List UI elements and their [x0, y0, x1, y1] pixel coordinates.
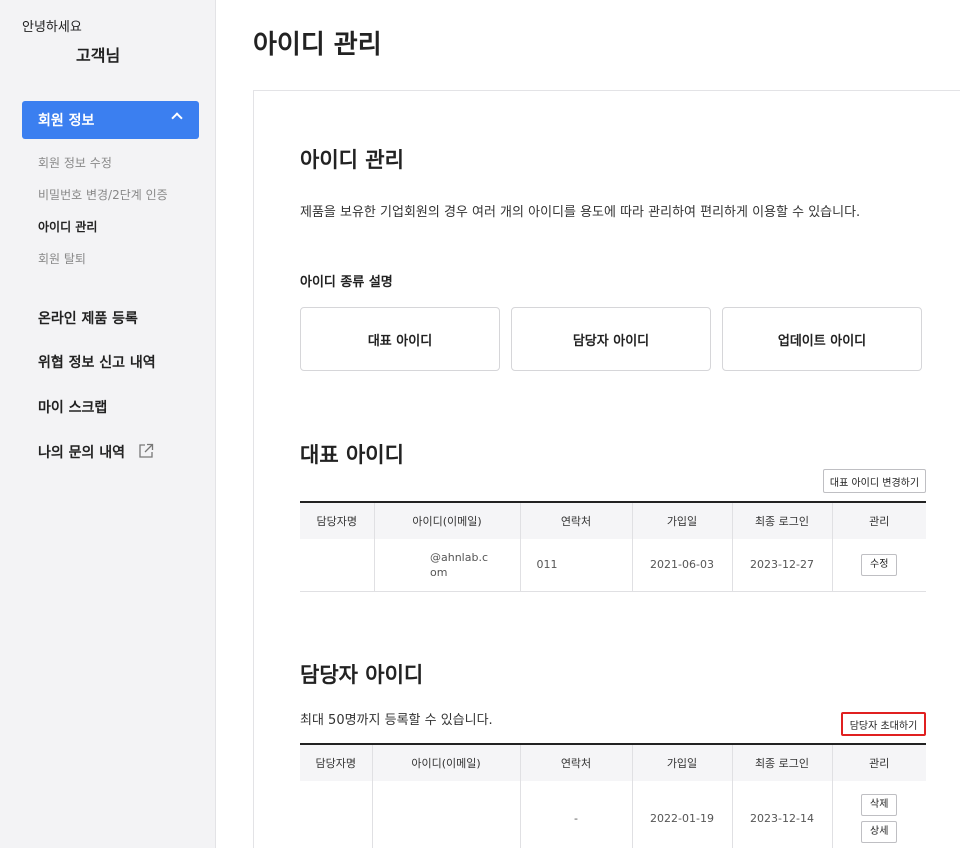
menu-my-inquiry[interactable]: 나의 문의 내역 [38, 442, 154, 462]
table-row: @ahnlab.com 011 2021-06-03 2023-12-27 수정 [300, 539, 926, 592]
cell-email-wrap: @ahnlab.com [374, 539, 521, 592]
user-name: 고객님 [76, 46, 121, 65]
id-type-card-manager[interactable]: 담당자 아이디 [511, 307, 711, 371]
submenu-withdraw[interactable]: 회원 탈퇴 [38, 250, 86, 267]
column-header: 담당자명 [300, 743, 373, 781]
column-header: 관리 [832, 501, 926, 539]
cell-name [300, 539, 375, 592]
greeting-text: 안녕하세요 [22, 20, 82, 35]
menu-member-info[interactable]: 회원 정보 [22, 101, 199, 139]
delete-button[interactable]: 삭제 [861, 794, 898, 817]
table-row: - 2022-01-19 2023-12-14 삭제 상세 [300, 781, 926, 848]
page-title: 아이디 관리 [253, 30, 382, 60]
sidebar: 안녕하세요 고객님 회원 정보 회원 정보 수정 비밀번호 변경/2단계 인증 … [0, 0, 216, 848]
invite-manager-button[interactable]: 담당자 초대하기 [841, 712, 926, 736]
menu-threat-report[interactable]: 위협 정보 신고 내역 [38, 352, 156, 372]
submenu-password[interactable]: 비밀번호 변경/2단계 인증 [38, 186, 168, 203]
cell-email [372, 781, 521, 848]
column-header: 최종 로그인 [732, 501, 833, 539]
cell-joined: 2022-01-19 [632, 781, 733, 848]
chevron-up-icon [171, 112, 183, 124]
column-header: 담당자명 [300, 501, 375, 539]
column-header: 아이디(이메일) [372, 743, 521, 781]
table-header-row: 담당자명 아이디(이메일) 연락처 가입일 최종 로그인 관리 [300, 743, 926, 781]
detail-button[interactable]: 상세 [861, 821, 898, 844]
cell-actions: 삭제 상세 [832, 781, 926, 848]
menu-member-info-label: 회원 정보 [38, 113, 95, 129]
change-main-id-button[interactable]: 대표 아이디 변경하기 [823, 469, 926, 493]
id-types-heading: 아이디 종류 설명 [300, 275, 393, 290]
menu-product-register[interactable]: 온라인 제품 등록 [38, 308, 138, 328]
submenu-edit-member[interactable]: 회원 정보 수정 [38, 154, 112, 171]
submenu-id-manage[interactable]: 아이디 관리 [38, 218, 97, 235]
column-header: 최종 로그인 [732, 743, 833, 781]
table-header-row: 담당자명 아이디(이메일) 연락처 가입일 최종 로그인 관리 [300, 501, 926, 539]
menu-my-inquiry-label: 나의 문의 내역 [38, 445, 126, 461]
cell-last-login: 2023-12-27 [732, 539, 833, 592]
manager-limit-note: 최대 50명까지 등록할 수 있습니다. [300, 713, 493, 728]
id-type-card-update[interactable]: 업데이트 아이디 [722, 307, 922, 371]
cell-last-login: 2023-12-14 [732, 781, 833, 848]
id-type-card-main[interactable]: 대표 아이디 [300, 307, 500, 371]
column-header: 가입일 [632, 743, 733, 781]
column-header: 연락처 [520, 743, 633, 781]
cell-email: @ahnlab.com [430, 550, 489, 579]
main-id-table: 담당자명 아이디(이메일) 연락처 가입일 최종 로그인 관리 @ahnlab.… [300, 501, 926, 592]
section-title-main-id: 대표 아이디 [300, 443, 404, 467]
cell-name [300, 781, 373, 848]
edit-button[interactable]: 수정 [861, 553, 898, 576]
cell-phone: 011 [520, 539, 633, 592]
column-header: 연락처 [520, 501, 633, 539]
manager-id-table: 담당자명 아이디(이메일) 연락처 가입일 최종 로그인 관리 - 2022-0… [300, 743, 926, 848]
column-header: 관리 [832, 743, 926, 781]
cell-phone: - [520, 781, 633, 848]
column-header: 아이디(이메일) [374, 501, 521, 539]
section-title-manager-id: 담당자 아이디 [300, 663, 424, 687]
section-title-id-manage: 아이디 관리 [300, 148, 404, 172]
section-description: 제품을 보유한 기업회원의 경우 여러 개의 아이디를 용도에 따라 관리하여 … [300, 205, 861, 220]
menu-my-scrap[interactable]: 마이 스크랩 [38, 397, 107, 417]
column-header: 가입일 [632, 501, 733, 539]
cell-actions: 수정 [832, 539, 926, 592]
external-link-icon [139, 443, 154, 458]
cell-joined: 2021-06-03 [632, 539, 733, 592]
